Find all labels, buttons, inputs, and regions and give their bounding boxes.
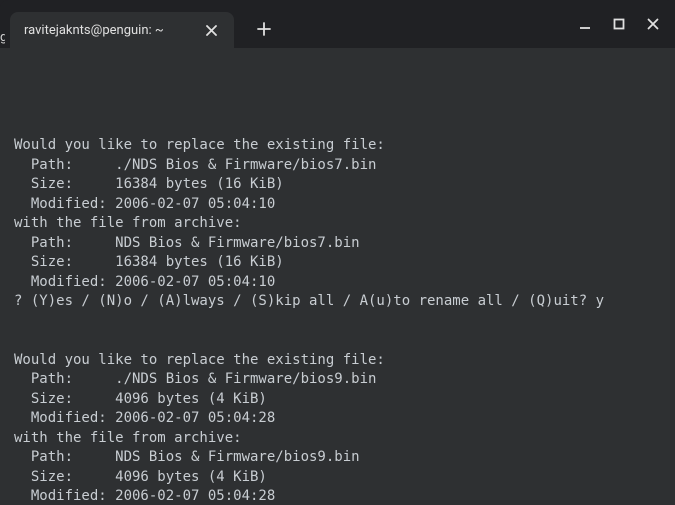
- terminal-line: Path: ./NDS Bios & Firmware/bios7.bin: [14, 156, 661, 176]
- terminal-line: Modified: 2006-02-07 05:04:10: [14, 273, 661, 293]
- terminal-line: Modified: 2006-02-07 05:04:28: [14, 487, 661, 505]
- close-tab-icon[interactable]: [204, 22, 220, 38]
- terminal-line: Size: 16384 bytes (16 KiB): [14, 175, 661, 195]
- terminal-line: Modified: 2006-02-07 05:04:28: [14, 409, 661, 429]
- terminal-line: ? (Y)es / (N)o / (A)lways / (S)kip all /…: [14, 292, 661, 312]
- new-tab-button[interactable]: [252, 17, 276, 41]
- terminal-line: with the file from archive:: [14, 429, 661, 449]
- close-window-button[interactable]: [643, 14, 663, 34]
- terminal-line: Path: NDS Bios & Firmware/bios9.bin: [14, 448, 661, 468]
- titlebar: ravitejaknts@penguin: ~: [0, 0, 675, 48]
- terminal-line: Size: 4096 bytes (4 KiB): [14, 390, 661, 410]
- terminal-line: [14, 312, 661, 332]
- terminal-line: Path: NDS Bios & Firmware/bios7.bin: [14, 234, 661, 254]
- terminal-line: Would you like to replace the existing f…: [14, 351, 661, 371]
- minimize-button[interactable]: [575, 14, 595, 34]
- window-controls: [575, 14, 663, 34]
- tab-terminal[interactable]: ravitejaknts@penguin: ~: [10, 12, 234, 48]
- terminal-line: Size: 16384 bytes (16 KiB): [14, 253, 661, 273]
- terminal-line: with the file from archive:: [14, 214, 661, 234]
- terminal-line: Would you like to replace the existing f…: [14, 136, 661, 156]
- terminal-line: [14, 117, 661, 137]
- terminal-line: Path: ./NDS Bios & Firmware/bios9.bin: [14, 370, 661, 390]
- maximize-button[interactable]: [609, 14, 629, 34]
- tab-title: ravitejaknts@penguin: ~: [24, 23, 164, 38]
- terminal-output[interactable]: Would you like to replace the existing f…: [0, 48, 675, 505]
- terminal-line: Size: 4096 bytes (4 KiB): [14, 468, 661, 488]
- terminal-line: [14, 331, 661, 351]
- terminal-line: Modified: 2006-02-07 05:04:10: [14, 195, 661, 215]
- terminal-line: [14, 97, 661, 117]
- edge-glimpse: g: [0, 30, 5, 46]
